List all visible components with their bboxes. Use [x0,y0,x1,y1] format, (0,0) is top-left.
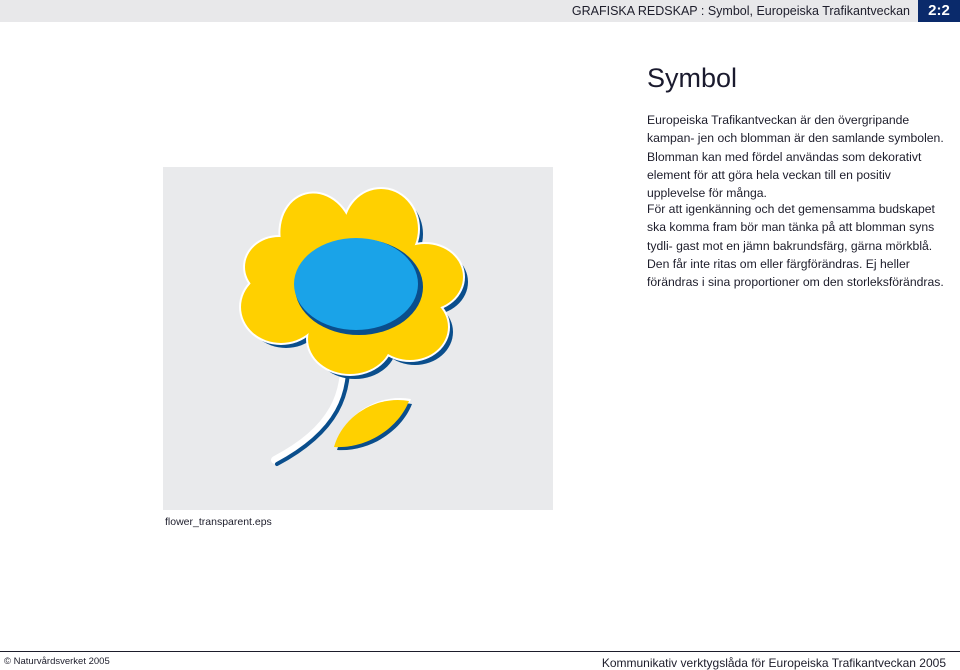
header-bar: GRAFISKA REDSKAP : Symbol, Europeiska Tr… [0,0,960,22]
footer-copyright: © Naturvårdsverket 2005 [4,656,110,667]
flower-illustration [239,187,468,466]
figure-caption: flower_transparent.eps [165,516,272,528]
body-paragraph-guidelines: För att igenkänning och det gemensamma b… [647,202,944,290]
footer-publication: Kommunikativ verktygslåda för Europeiska… [601,656,946,670]
flower-figure [163,167,553,510]
body-paragraph-intro: Europeiska Trafikantveckan är den övergr… [647,113,944,201]
header-title: GRAFISKA REDSKAP : Symbol, Europeiska Tr… [571,4,910,18]
flower-center [294,238,418,330]
footer-divider [0,651,960,652]
page-title: Symbol [647,63,738,93]
page-number: 2:2 [918,0,960,22]
flower-leaf [334,397,412,451]
